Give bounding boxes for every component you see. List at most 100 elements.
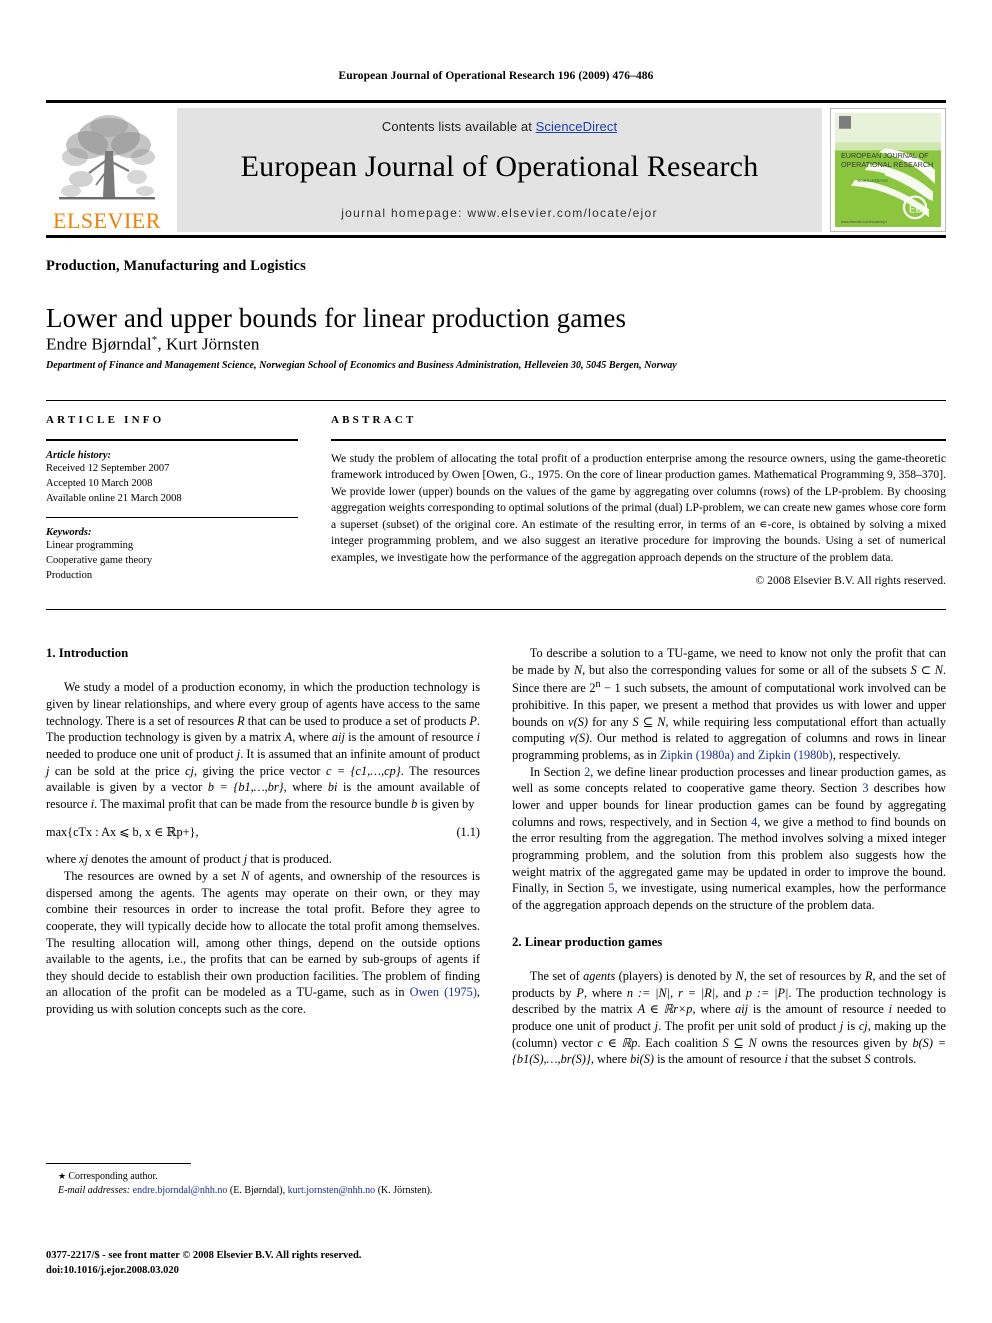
footnote-corresponding-author: ★ Corresponding author. [46,1170,480,1184]
text-run: . It is assumed that an infinite amount … [240,746,480,761]
article-info-abstract-box: ARTICLE INFO Article history: Received 1… [46,400,946,610]
text-run: , where [590,1052,631,1067]
heading-linear-production-games: 2. Linear production games [512,934,663,949]
asterisk-icon: ★ [58,1171,69,1181]
math-p-def: p := |P| [745,985,789,1000]
infobox-bottom-rule [46,609,946,610]
footnote-corresponding-text: Corresponding author. [68,1171,158,1182]
abstract-copyright: © 2008 Elsevier B.V. All rights reserved… [755,574,946,588]
page-title: Lower and upper bounds for linear produc… [46,303,627,334]
contents-available-line: Contents lists available at ScienceDirec… [382,119,617,134]
paragraph-intro-3: The resources are owned by a set N of ag… [46,868,480,1018]
elsevier-wordmark: ELSEVIER [53,208,161,233]
text-run: for any [587,714,633,729]
math-aij: aij [331,730,345,745]
affiliation: Department of Finance and Management Sci… [46,360,677,371]
imprint-doi-line: doi:10.1016/j.ejor.2008.03.020 [46,1265,179,1277]
text-run: , and [715,985,746,1000]
math-cj: cj [858,1018,868,1033]
text-run: (K. Jörnsten). [375,1185,433,1197]
math-b-vector: b = {b1,…,br} [207,780,284,795]
sciencedirect-link[interactable]: ScienceDirect [536,119,618,134]
subject-section-label: Production, Manufacturing and Logistics [46,258,306,274]
math-P: P [576,985,584,1000]
email-link-bjorndal[interactable]: endre.bjorndal@nhh.no [133,1185,228,1196]
text-run: where [46,852,80,867]
body-columns: 1. Introduction We study a model of a pr… [46,645,946,1145]
paragraph-intro-2: where xj denotes the amount of product j… [46,851,480,868]
text-run: In Section [529,764,585,779]
math-xj: xj [79,852,88,867]
svg-text:OPERATIONAL RESEARCH: OPERATIONAL RESEARCH [841,161,933,169]
footnote-emails: E-mail addresses: endre.bjorndal@nhh.no … [46,1184,480,1198]
journal-homepage-line[interactable]: journal homepage: www.elsevier.com/locat… [341,206,658,220]
paragraph-right-3: The set of agents (players) is denoted b… [512,968,946,1068]
journal-masthead: ELSEVIER Contents lists available at Sci… [46,100,946,238]
math-A-space: A ∈ ℝr×p [637,1002,693,1017]
text-run: , [670,985,679,1000]
keyword-item: Production [46,570,93,582]
svg-text:EL: EL [909,204,922,215]
equation-1-1-number: (1.1) [456,824,480,839]
cover-illustration-icon: EL EUROPEAN JOURNAL OF OPERATIONAL RESEA… [835,113,941,227]
article-info-column: ARTICLE INFO Article history: Received 1… [46,400,298,583]
citation-owen-1975[interactable]: Owen (1975) [410,985,477,999]
math-aij: aij [735,1002,749,1017]
math-vS: v(S) [569,731,590,746]
math-N: N [573,662,583,677]
text-run: is the amount of resource [344,730,477,745]
history-received: Received 12 September 2007 [46,463,170,474]
citation-zipkin-1980[interactable]: Zipkin (1980a) and Zipkin (1980b) [660,748,833,762]
history-available-online: Available online 21 March 2008 [46,493,182,505]
math-c-space: c ∈ ℝp [597,1035,638,1050]
math-R: R [865,968,873,983]
equation-1-1-body: max{cTx : Ax ⩽ b, x ∈ ℝp+}, [46,824,199,839]
text-run: is [843,1018,859,1033]
text-run: that the subset [787,1052,865,1067]
text-run: . The maximal profit that can be made fr… [94,796,412,811]
heading-introduction: 1. Introduction [46,646,129,660]
email-addresses-label: E-mail addresses: [58,1185,131,1197]
text-run: (players) is denoted by [615,968,736,983]
history-accepted: Accepted 10 March 2008 [46,478,153,490]
running-head: European Journal of Operational Research… [338,70,654,82]
email-link-jornsten[interactable]: kurt.jornsten@nhh.no [288,1185,376,1196]
text-run: is the amount of resource [654,1052,785,1067]
math-biS: bi(S) [630,1052,654,1067]
math-bi: bi [327,780,338,795]
cover-artwork: EL EUROPEAN JOURNAL OF OPERATIONAL RESEA… [835,113,941,227]
keyword-item: Linear programming [46,539,134,551]
math-R: R [237,713,245,728]
math-N: N [735,968,744,983]
text-run: that is produced. [247,852,332,867]
math-cj: cj [185,763,194,778]
text-run: that can be used to produce a set of pro… [244,713,470,728]
text-run: . The profit per unit sold of product [658,1018,840,1033]
paragraph-right-2: In Section 2, we define linear productio… [512,764,946,914]
body-column-right: To describe a solution to a TU-game, we … [512,645,946,1068]
text-run: needed to produce one unit of product [46,746,237,761]
text-run: denotes the amount of product [88,852,244,867]
paragraph-intro-1: We study a model of a production economy… [46,679,480,812]
math-S-subseteq-N: S ⊆ N [632,714,666,729]
imprint-block: 0377-2217/$ - see front matter © 2008 El… [46,1248,516,1278]
text-run: controls. [870,1052,917,1067]
masthead-bottom-rule [46,235,946,238]
text-run: is the amount of resource [748,1002,889,1017]
article-info-heading: ARTICLE INFO [46,414,165,426]
text-run: The set of [529,968,584,983]
journal-title: European Journal of Operational Research [240,150,759,183]
text-run: , where [692,1002,736,1017]
text-run: , where [583,985,627,1000]
paragraph-right-1: To describe a solution to a TU-game, we … [512,645,946,764]
math-S-subseteq-N: S ⊆ N [722,1035,757,1050]
text-run: , where [292,730,332,745]
author-list: Endre Bjørndal*, Kurt Jörnsten [46,334,259,355]
contents-prefix: Contents lists available at [381,119,536,134]
author-secondary: , Kurt Jörnsten [157,334,260,354]
footnote-rule [46,1163,191,1164]
article-info-rule [46,439,298,441]
math-vS: v(S) [568,714,588,729]
body-column-left: 1. Introduction We study a model of a pr… [46,645,480,1018]
masthead-top-rule [46,100,946,103]
